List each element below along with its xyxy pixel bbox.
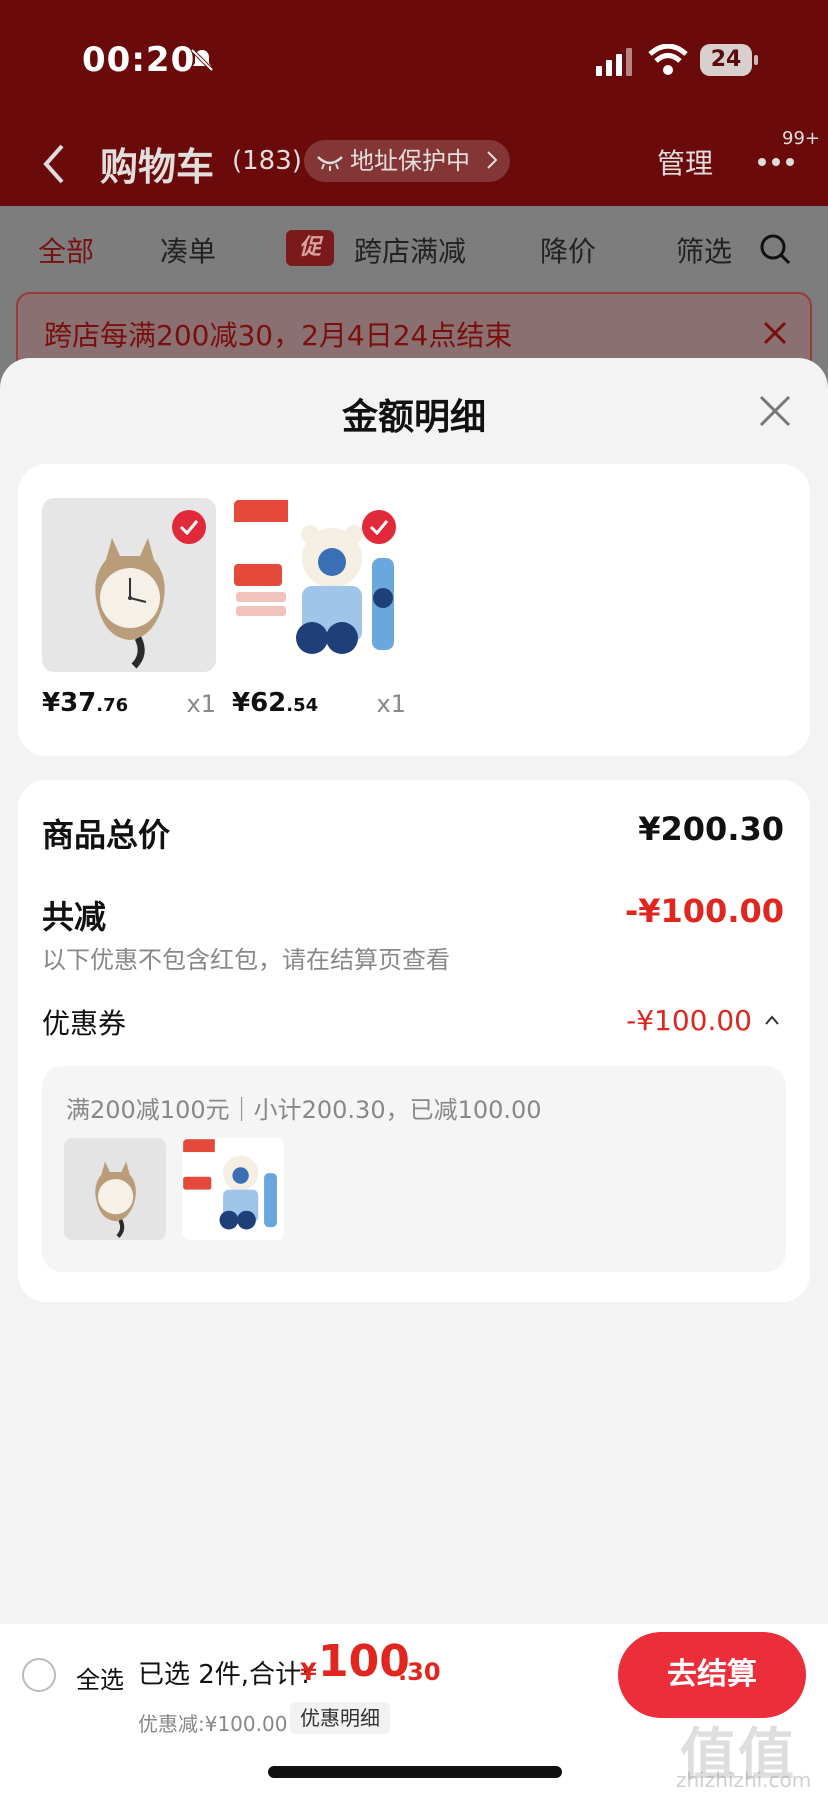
tab-all[interactable]: 全部 bbox=[38, 230, 94, 270]
product-image-clock bbox=[42, 498, 216, 672]
back-icon[interactable] bbox=[40, 142, 68, 186]
goods-total-value: ¥200.30 bbox=[638, 810, 784, 848]
total-amount-dec: .30 bbox=[398, 1658, 441, 1686]
tab-add-on[interactable]: 凑单 bbox=[160, 230, 216, 270]
amount-breakdown-card: 商品总价 ¥200.30 共减 -¥100.00 以下优惠不包含红包，请在结算页… bbox=[18, 780, 810, 1302]
battery-cap bbox=[754, 55, 758, 65]
battery-level: 24 bbox=[700, 44, 752, 76]
nav-bar: 购物车 (183) 地址保护中 管理 99+ bbox=[0, 120, 828, 206]
status-time: 00:20 bbox=[82, 40, 196, 80]
total-reduce-label: 共减 bbox=[42, 898, 107, 936]
promo-tag: 促 bbox=[286, 230, 334, 266]
item-price-row: ¥62.54 x1 bbox=[232, 672, 406, 722]
select-all-checkbox[interactable] bbox=[22, 1658, 56, 1692]
coupon-value[interactable]: -¥100.00 bbox=[626, 1004, 752, 1037]
tab-cross-store-discount[interactable]: 跨店满减 bbox=[354, 230, 466, 270]
status-bar: 00:20 24 bbox=[0, 0, 828, 120]
cart-count: (183) bbox=[232, 146, 302, 176]
total-amount-int: 100 bbox=[318, 1636, 410, 1687]
close-icon[interactable] bbox=[758, 394, 792, 428]
select-all-label[interactable]: 全选 bbox=[76, 1660, 124, 1695]
item-price: ¥62.54 bbox=[232, 688, 318, 718]
message-badge: 99+ bbox=[782, 128, 820, 149]
more-icon[interactable] bbox=[756, 156, 796, 168]
page-title: 购物车 bbox=[100, 145, 215, 189]
item-price-dec: .54 bbox=[286, 695, 319, 716]
item-price-dec: .76 bbox=[96, 695, 129, 716]
sheet-title: 金额明细 bbox=[341, 397, 486, 438]
bell-muted-icon bbox=[190, 48, 214, 72]
cart-item[interactable]: ¥37.76 x1 bbox=[42, 498, 216, 722]
wifi-icon bbox=[648, 44, 688, 75]
coupon-item-thumb-bear bbox=[182, 1138, 284, 1240]
address-protect-pill[interactable]: 地址保护中 bbox=[304, 140, 510, 182]
chevron-up-icon[interactable] bbox=[764, 1014, 780, 1026]
discount-summary: 优惠减:¥100.00 bbox=[138, 1712, 288, 1736]
total-reduce-value: -¥100.00 bbox=[624, 892, 784, 930]
checkmark-icon bbox=[179, 520, 199, 536]
watermark-url: zhizhizhi.com bbox=[676, 1768, 812, 1792]
item-price-int: ¥37 bbox=[42, 688, 97, 718]
item-checkbox[interactable] bbox=[362, 510, 396, 544]
filter-tabs: 全部 凑单 促 跨店满减 降价 筛选 bbox=[0, 206, 828, 292]
checkmark-icon bbox=[369, 520, 389, 536]
bear-cup-thumb bbox=[183, 1139, 277, 1230]
close-icon[interactable] bbox=[762, 320, 788, 346]
eye-closed-icon bbox=[317, 156, 343, 171]
item-qty: x1 bbox=[376, 690, 406, 718]
coupon-item-thumb-clock bbox=[64, 1138, 166, 1240]
promo-text: 跨店每满200减30，2月4日24点结束 bbox=[44, 319, 513, 352]
selected-count-text: 已选 2件,合计: bbox=[138, 1660, 310, 1690]
checkout-button[interactable]: 去结算 bbox=[618, 1632, 806, 1718]
item-checkbox[interactable] bbox=[172, 510, 206, 544]
address-protect-label: 地址保护中 bbox=[350, 147, 470, 175]
coupon-description: 满200减100元｜小计200.30，已减100.00 bbox=[66, 1096, 542, 1124]
tab-filter[interactable]: 筛选 bbox=[676, 230, 732, 270]
coupon-detail-box: 满200减100元｜小计200.30，已减100.00 bbox=[42, 1066, 786, 1272]
chevron-right-icon bbox=[487, 151, 498, 169]
item-qty: x1 bbox=[186, 690, 216, 718]
home-indicator bbox=[268, 1766, 562, 1778]
item-price-row: ¥37.76 x1 bbox=[42, 672, 216, 722]
tab-price-drop[interactable]: 降价 bbox=[540, 230, 596, 270]
item-price: ¥37.76 bbox=[42, 688, 128, 718]
total-currency: ¥ bbox=[300, 1658, 317, 1686]
goods-total-label: 商品总价 bbox=[42, 816, 171, 854]
selected-items-card: ¥37.76 x1 ¥62.54 x1 bbox=[18, 464, 810, 756]
cart-item[interactable]: ¥62.54 x1 bbox=[232, 498, 406, 722]
signal-icon bbox=[596, 48, 632, 76]
search-icon[interactable] bbox=[758, 232, 792, 266]
discount-note: 以下优惠不包含红包，请在结算页查看 bbox=[42, 946, 450, 974]
item-price-int: ¥62 bbox=[232, 688, 287, 718]
amount-detail-sheet: 金额明细 ¥37.76 x1 ¥62.54 x1 商品总价 ¥200.30 共减… bbox=[0, 358, 828, 1796]
manage-button[interactable]: 管理 bbox=[657, 142, 713, 182]
discount-detail-button[interactable]: 优惠明细 bbox=[290, 1702, 390, 1734]
battery-indicator: 24 bbox=[700, 44, 758, 76]
cat-clock-thumb bbox=[95, 1161, 136, 1238]
coupon-label: 优惠券 bbox=[42, 1007, 127, 1040]
product-image-bear-set bbox=[232, 498, 406, 672]
